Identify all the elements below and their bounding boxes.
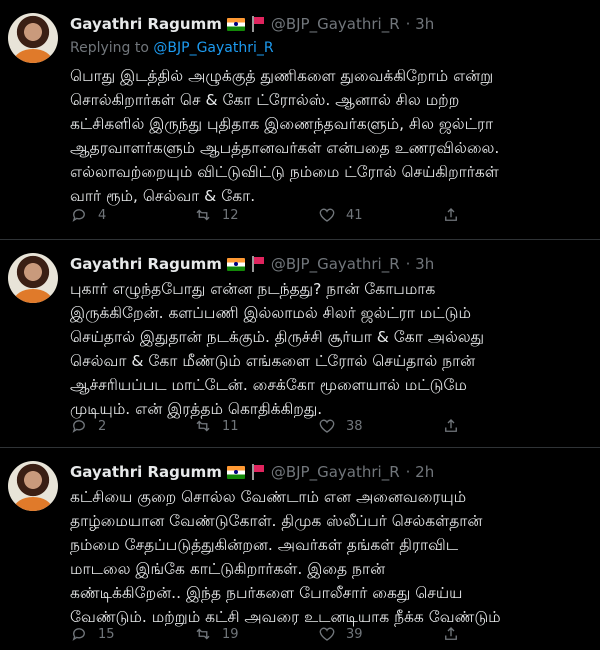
tweet-text: புகார் எழுந்தபோது என்ன நடந்தது? நான் கோப… [70, 277, 598, 421]
tweet-1[interactable]: Gayathri Ragumm @BJP_Gayathri_R · 3h Rep… [0, 0, 600, 240]
reply-button[interactable]: 15 [70, 625, 194, 643]
tweet-text-line: ஆதரவாளர்களும் ஆபத்தானவர்கள் என்பதை உணரவி… [70, 139, 500, 157]
retweet-count: 11 [222, 418, 239, 434]
tweet-header: Gayathri Ragumm @BJP_Gayathri_R · 3h [70, 255, 434, 273]
tweet-header: Gayathri Ragumm @BJP_Gayathri_R · 3h [70, 15, 434, 33]
tweet-3[interactable]: Gayathri Ragumm @BJP_Gayathri_R · 2h கட்… [0, 448, 600, 650]
share-icon [445, 208, 457, 221]
retweet-count: 19 [222, 626, 239, 642]
tweet-text-line: கண்டிக்கிறேன்.. இந்த நபர்களை போலீசார் கை… [70, 584, 463, 602]
reply-count: 15 [98, 626, 115, 642]
like-icon [319, 208, 335, 222]
author-name[interactable]: Gayathri Ragumm [70, 255, 222, 273]
tweet-actions: 15 19 39 [70, 624, 530, 644]
retweet-icon [196, 209, 210, 221]
share-button[interactable] [442, 625, 460, 643]
author-name[interactable]: Gayathri Ragumm [70, 463, 222, 481]
tweet-text-line: செய்தால் இதுதான் நடக்கும். திருச்சி சூர்… [70, 328, 485, 346]
india-flag-icon [226, 17, 245, 31]
tweet-text: பொது இடத்தில் அழுக்குத் துணிகளை துவைக்கி… [70, 64, 598, 208]
like-button[interactable]: 39 [318, 625, 442, 643]
reply-button[interactable]: 2 [70, 417, 194, 435]
author-handle[interactable]: @BJP_Gayathri_R [271, 15, 400, 33]
like-button[interactable]: 41 [318, 206, 442, 224]
share-button[interactable] [442, 206, 460, 224]
party-flag-icon [251, 464, 265, 480]
retweet-button[interactable]: 11 [194, 417, 318, 435]
retweet-button[interactable]: 12 [194, 206, 318, 224]
india-flag-icon [226, 257, 245, 271]
avatar[interactable] [8, 253, 58, 303]
avatar[interactable] [8, 13, 58, 63]
timestamp[interactable]: · 3h [406, 255, 435, 273]
tweet-text-line: ஆச்சரியப்பட மாட்டேன். சைக்கோ மூளையால் மட… [70, 376, 467, 394]
timestamp[interactable]: · 3h [406, 15, 435, 33]
share-icon [445, 627, 457, 640]
tweet-text-line: புகார் எழுந்தபோது என்ன நடந்தது? நான் கோப… [70, 280, 436, 298]
reply-icon [72, 420, 85, 433]
share-button[interactable] [442, 417, 460, 435]
like-icon [319, 419, 335, 433]
author-name[interactable]: Gayathri Ragumm [70, 15, 222, 33]
like-count: 39 [346, 626, 363, 642]
tweet-text-line: தாழ்மையான வேண்டுகோள். திமுக ஸ்லீப்பர் செ… [70, 512, 483, 530]
like-count: 41 [346, 207, 363, 223]
tweet-text-line: எல்லாவற்றையும் விட்டுவிட்டு நம்மை ட்ரோல்… [70, 163, 499, 181]
tweet-header: Gayathri Ragumm @BJP_Gayathri_R · 2h [70, 463, 434, 481]
replying-to-label: Replying to [70, 40, 149, 56]
tweet-text-line: நம்மை சேதப்படுத்துகின்றன. அவர்கள் தங்கள்… [70, 536, 459, 554]
tweet-text-line: செல்வா & கோ மீண்டும் எங்களை ட்ரோல் செய்த… [70, 352, 476, 370]
replying-to: Replying to @BJP_Gayathri_R [70, 40, 274, 56]
reply-count: 2 [98, 418, 107, 434]
reply-icon [72, 628, 85, 641]
party-flag-icon [251, 256, 265, 272]
tweet-text-line: பொது இடத்தில் அழுக்குத் துணிகளை துவைக்கி… [70, 67, 494, 85]
reply-button[interactable]: 4 [70, 206, 194, 224]
tweet-text-line: கட்சியை குறை சொல்ல வேண்டாம் என அனைவரையும… [70, 488, 467, 506]
reply-count: 4 [98, 207, 107, 223]
share-icon [445, 419, 457, 432]
like-icon [319, 627, 335, 641]
retweet-button[interactable]: 19 [194, 625, 318, 643]
avatar[interactable] [8, 461, 58, 511]
tweet-text-line: சொல்கிறார்கள் செ & கோ ட்ரோல்ஸ். ஆனால் சி… [70, 91, 460, 109]
retweet-icon [196, 420, 210, 432]
tweet-text-line: கட்சிகளில் இருந்து புதிதாக இணைந்தவர்களும… [70, 115, 494, 133]
tweet-2[interactable]: Gayathri Ragumm @BJP_Gayathri_R · 3h புக… [0, 240, 600, 448]
tweet-text-line: மாடலை இங்கே காட்டுகிறார்கள். இதை நான் [70, 560, 386, 578]
like-count: 38 [346, 418, 363, 434]
tweet-text: கட்சியை குறை சொல்ல வேண்டாம் என அனைவரையும… [70, 485, 598, 629]
tweet-actions: 4 12 41 [70, 205, 530, 225]
tweet-actions: 2 11 38 [70, 416, 530, 436]
retweet-count: 12 [222, 207, 239, 223]
replying-to-link[interactable]: @BJP_Gayathri_R [153, 40, 273, 56]
author-handle[interactable]: @BJP_Gayathri_R [271, 255, 400, 273]
author-handle[interactable]: @BJP_Gayathri_R [271, 463, 400, 481]
india-flag-icon [226, 465, 245, 479]
reply-icon [72, 209, 85, 222]
retweet-icon [196, 628, 210, 640]
timestamp[interactable]: · 2h [406, 463, 435, 481]
tweet-text-line: இருக்கிறேன். களப்பணி இல்லாமல் சிலர் ஜல்ட… [70, 304, 471, 322]
like-button[interactable]: 38 [318, 417, 442, 435]
party-flag-icon [251, 16, 265, 32]
